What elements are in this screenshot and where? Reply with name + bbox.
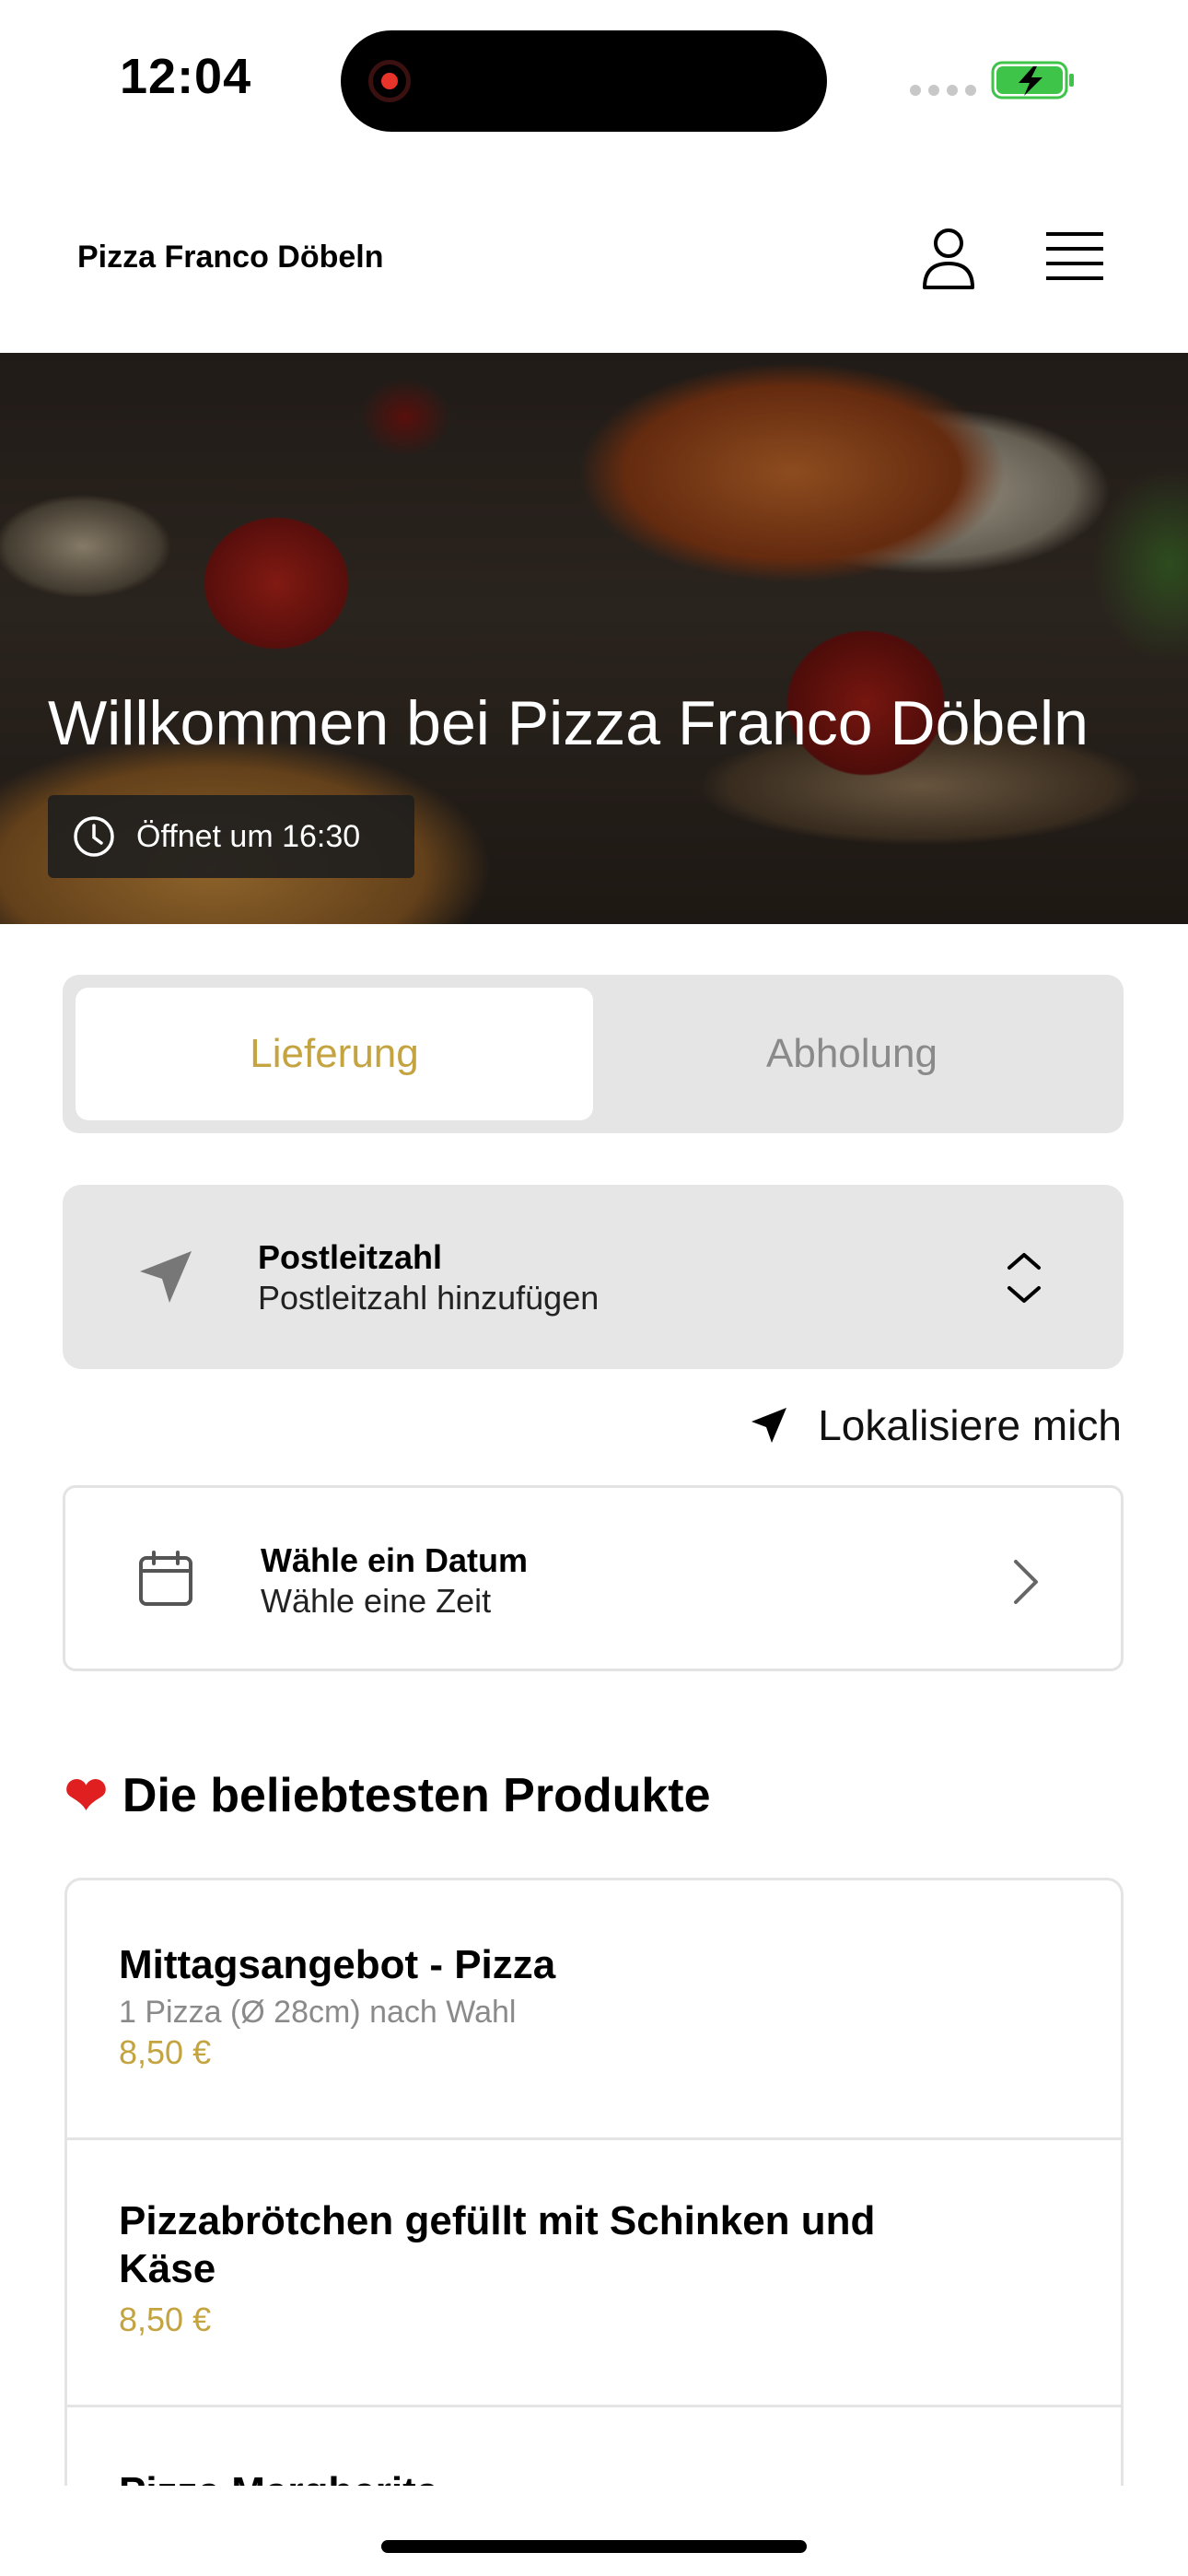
tab-pickup[interactable]: Abholung	[593, 988, 1111, 1120]
tab-delivery[interactable]: Lieferung	[76, 988, 593, 1120]
product-name: Mittagsangebot - Pizza	[119, 1942, 556, 1987]
product-name: Pizzabrötchen gefüllt mit Schinken und K…	[119, 2198, 876, 2291]
product-list: Mittagsangebot - Pizza 1 Pizza (Ø 28cm) …	[64, 1878, 1124, 2486]
product-name: Pizza Margherita	[119, 2468, 948, 2486]
chevron-up-down-icon	[1007, 1253, 1041, 1303]
product-price: 8,50 €	[119, 2033, 212, 2071]
hero-title: Willkommen bei Pizza Franco Döbeln	[48, 688, 1089, 758]
product-description: 1 Pizza (Ø 28cm) nach Wahl	[119, 1995, 517, 2030]
postal-code-selector[interactable]: Postleitzahl Postleitzahl hinzufügen	[63, 1185, 1124, 1369]
postal-code-label: Postleitzahl	[258, 1238, 443, 1276]
locate-me-button[interactable]: Lokalisiere mich	[748, 1400, 1122, 1450]
status-time: 12:04	[120, 49, 252, 104]
heart-icon: ❤	[64, 1766, 108, 1824]
recording-indicator-icon	[368, 60, 411, 102]
user-icon[interactable]	[914, 223, 984, 293]
opening-hours-badge: Öffnet um 16:30	[48, 795, 414, 878]
calendar-icon	[139, 1551, 192, 1606]
order-mode-switch: Lieferung Abholung	[63, 975, 1124, 1133]
chevron-right-icon	[1014, 1560, 1038, 1604]
date-title: Wähle ein Datum	[261, 1541, 529, 1579]
product-item[interactable]: Pizza Margherita	[67, 2407, 1121, 2486]
opening-hours-text: Öffnet um 16:30	[136, 818, 361, 854]
time-subtitle: Wähle eine Zeit	[261, 1582, 492, 1620]
locate-me-label: Lokalisiere mich	[818, 1401, 1122, 1449]
hero-banner: Willkommen bei Pizza Franco Döbeln Öffne…	[0, 353, 1188, 924]
clock-icon	[74, 816, 114, 857]
cellular-signal-icon	[910, 85, 976, 96]
battery-charging-icon	[991, 61, 1074, 100]
product-item[interactable]: Mittagsangebot - Pizza 1 Pizza (Ø 28cm) …	[67, 1880, 1121, 2140]
popular-products-heading: ❤ Die beliebtesten Produkte	[64, 1765, 711, 1826]
date-time-selector[interactable]: Wähle ein Datum Wähle eine Zeit	[63, 1485, 1124, 1671]
app-header: Pizza Franco Döbeln	[0, 157, 1188, 353]
product-item[interactable]: Pizzabrötchen gefüllt mit Schinken und K…	[67, 2140, 1121, 2407]
menu-icon[interactable]	[1039, 223, 1109, 293]
location-arrow-icon	[140, 1251, 192, 1303]
postal-code-placeholder: Postleitzahl hinzufügen	[258, 1279, 600, 1317]
home-indicator[interactable]	[381, 2540, 807, 2553]
dynamic-island	[341, 30, 827, 132]
restaurant-name[interactable]: Pizza Franco Döbeln	[77, 240, 384, 275]
popular-products-title: Die beliebtesten Produkte	[122, 1769, 711, 1822]
location-arrow-icon	[751, 1408, 787, 1443]
product-price: 8,50 €	[119, 2301, 212, 2338]
status-bar: 12:04	[0, 0, 1188, 157]
